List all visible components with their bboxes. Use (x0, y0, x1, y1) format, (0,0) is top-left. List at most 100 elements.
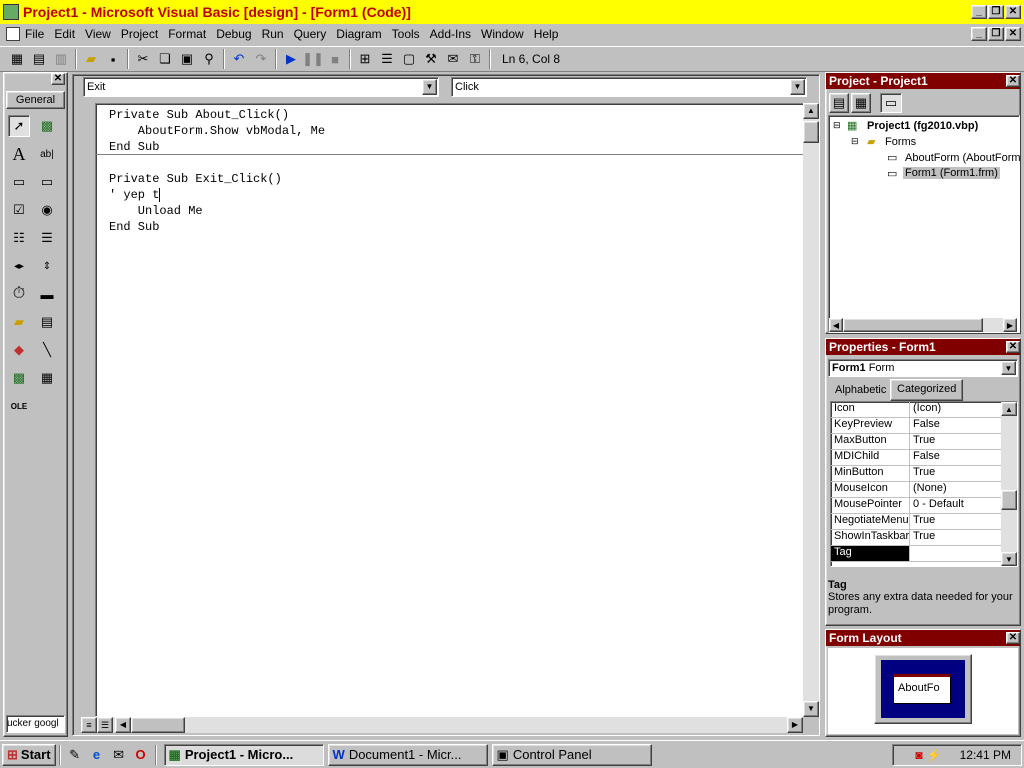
save-project-icon[interactable]: ▪ (102, 48, 124, 70)
properties-close-icon[interactable]: ✕ (1006, 341, 1020, 353)
open-project-icon[interactable]: ▰ (80, 48, 102, 70)
data-view-icon[interactable]: ⚿ (464, 48, 486, 70)
menu-help[interactable]: Help (534, 27, 559, 41)
shape-icon[interactable]: ◆ (8, 339, 30, 361)
child-restore-icon[interactable]: ❐ (988, 27, 1004, 41)
chevron-down-icon[interactable]: ▼ (1001, 361, 1016, 375)
line-icon[interactable]: ╲ (36, 339, 58, 361)
opera-icon[interactable]: O (130, 744, 152, 766)
hscrollbar-icon[interactable]: ◂▸ (8, 255, 30, 277)
image-icon[interactable]: ▩ (8, 367, 30, 389)
scroll-left-icon[interactable]: ◀ (115, 717, 131, 733)
end-icon[interactable]: ■ (324, 48, 346, 70)
menu-tools[interactable]: Tools (392, 27, 420, 41)
object-selector[interactable]: Form1 Form ▼ (828, 359, 1018, 377)
editor-hscrollbar[interactable]: ≡ ☰ ◀ ▶ (81, 717, 803, 733)
commandbutton-icon[interactable]: ▭ (36, 171, 58, 193)
collapse-icon[interactable]: ⊟ (851, 136, 859, 147)
dirlistbox-icon[interactable]: ▰ (8, 311, 30, 333)
toolbox-close-icon[interactable]: ✕ (51, 73, 65, 85)
undo-icon[interactable]: ↶ (228, 48, 250, 70)
toolbox-tab-general[interactable]: General (6, 91, 65, 109)
property-row[interactable]: ShowInTaskbar True (831, 530, 1017, 546)
tree-item-aboutform[interactable]: AboutForm (AboutForm (905, 152, 1021, 164)
checkbox-icon[interactable]: ☑ (8, 199, 30, 221)
add-form-icon[interactable]: ▤ (28, 48, 50, 70)
toolbox-icon[interactable]: ✉ (442, 48, 464, 70)
tray-volume-icon[interactable]: ◙ (915, 748, 922, 762)
scroll-right-icon[interactable]: ▶ (787, 717, 803, 733)
find-icon[interactable]: ⚲ (198, 48, 220, 70)
menu-edit[interactable]: Edit (54, 27, 75, 41)
menu-addins[interactable]: Add-Ins (430, 27, 471, 41)
procedure-view-icon[interactable]: ≡ (81, 717, 97, 733)
label-icon[interactable]: A (8, 143, 30, 165)
frame-icon[interactable]: ▭ (8, 171, 30, 193)
menu-run[interactable]: Run (262, 27, 284, 41)
chevron-down-icon[interactable]: ▼ (790, 79, 805, 95)
properties-window-icon[interactable]: ☰ (376, 48, 398, 70)
outlook-express-icon[interactable]: ✉ (108, 744, 130, 766)
menu-window[interactable]: Window (481, 27, 524, 41)
property-row[interactable]: MouseIcon (None) (831, 482, 1017, 498)
hscroll-thumb[interactable] (843, 318, 983, 332)
collapse-icon[interactable]: ⊟ (833, 120, 841, 131)
restore-icon[interactable]: ❐ (988, 5, 1004, 19)
scroll-down-icon[interactable]: ▼ (1001, 552, 1017, 566)
tab-categorized[interactable]: Categorized (890, 379, 964, 401)
menu-file[interactable]: File (25, 27, 44, 41)
close-icon[interactable]: ✕ (1005, 5, 1021, 19)
start-button[interactable]: ⊞ Start (2, 743, 56, 766)
scroll-up-icon[interactable]: ▲ (803, 103, 819, 119)
toggle-folders-icon[interactable]: ▭ (880, 93, 902, 113)
menu-view[interactable]: View (85, 27, 111, 41)
chevron-down-icon[interactable]: ▼ (422, 79, 437, 95)
full-module-view-icon[interactable]: ☰ (97, 717, 113, 733)
listbox-icon[interactable]: ☰ (36, 227, 58, 249)
minimize-icon[interactable]: _ (971, 5, 987, 19)
hscroll-thumb[interactable] (131, 717, 185, 733)
project-close-icon[interactable]: ✕ (1006, 75, 1020, 87)
vb-app-icon[interactable] (3, 4, 19, 20)
property-row[interactable]: MousePointer 0 - Default (831, 498, 1017, 514)
property-row[interactable]: KeyPreview False (831, 418, 1017, 434)
taskbar-button-vb[interactable]: ▦ Project1 - Micro... (163, 743, 324, 766)
scroll-up-icon[interactable]: ▲ (1001, 402, 1017, 416)
tree-project-root[interactable]: Project1 (fg2010.vbp) (867, 120, 978, 132)
form-layout-icon[interactable]: ▢ (398, 48, 420, 70)
property-row[interactable]: MaxButton True (831, 434, 1017, 450)
property-vscrollbar[interactable]: ▲ ▼ (1001, 402, 1017, 566)
data-control-icon[interactable]: ▦ (36, 367, 58, 389)
menu-editor-icon[interactable]: ▥ (50, 48, 72, 70)
scroll-thumb[interactable] (803, 121, 819, 143)
form-preview[interactable]: AboutFo (893, 674, 951, 704)
object-browser-icon[interactable]: ⚒ (420, 48, 442, 70)
scroll-left-icon[interactable]: ◀ (829, 318, 843, 332)
filelistbox-icon[interactable]: ▤ (36, 311, 58, 333)
combobox-icon[interactable]: ☷ (8, 227, 30, 249)
code-window-icon[interactable] (6, 27, 20, 41)
cut-icon[interactable]: ✂ (132, 48, 154, 70)
pointer-icon[interactable]: ➚ (8, 115, 30, 137)
picturebox-icon[interactable]: ▩ (36, 115, 58, 137)
ole-icon[interactable]: OLE (8, 395, 30, 417)
scroll-down-icon[interactable]: ▼ (803, 701, 819, 717)
tree-hscrollbar[interactable]: ◀ ▶ (829, 318, 1017, 332)
tray-clock[interactable]: 12:41 PM (960, 748, 1011, 762)
property-row[interactable]: NegotiateMenus True (831, 514, 1017, 530)
vscrollbar-icon[interactable]: ⇕ (36, 255, 58, 277)
tray-alert-icon[interactable]: ⚡ (927, 748, 942, 762)
editor-vscrollbar[interactable]: ▲ ▼ (803, 103, 819, 717)
redo-icon[interactable]: ↷ (250, 48, 272, 70)
show-desktop-icon[interactable]: ✎ (64, 744, 86, 766)
scroll-thumb[interactable] (1001, 490, 1017, 510)
drivelistbox-icon[interactable]: ▬ (36, 283, 58, 305)
break-icon[interactable]: ❚❚ (302, 48, 324, 70)
view-object-icon[interactable]: ▦ (851, 93, 871, 113)
project-explorer-icon[interactable]: ⊞ (354, 48, 376, 70)
taskbar-button-control-panel[interactable]: ▣ Control Panel (491, 743, 652, 766)
start-icon[interactable]: ▶ (280, 48, 302, 70)
procedure-combo[interactable]: Click ▼ (451, 77, 807, 97)
property-row-selected[interactable]: Tag (831, 546, 1017, 562)
menu-debug[interactable]: Debug (216, 27, 251, 41)
